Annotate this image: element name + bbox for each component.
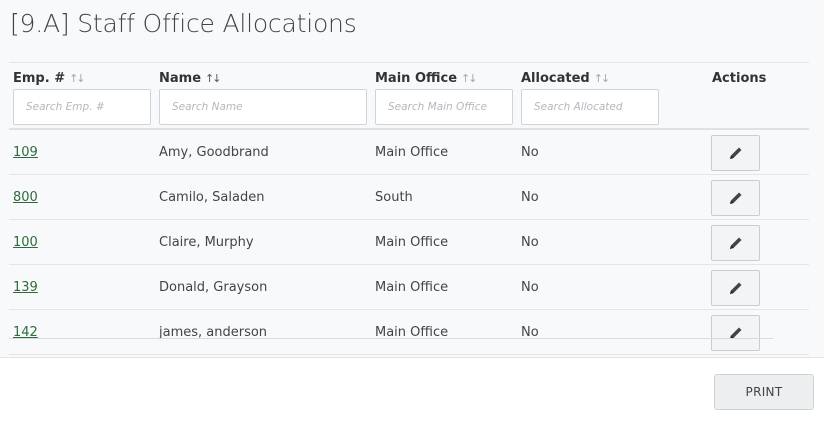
office-cell: Main Office [375,235,449,250]
pencil-icon [729,282,741,294]
table-header: Emp. # ↑↓ Name ↑↓ Main Office ↑↓ Allocated ↑… [9,62,809,130]
name-cell: Donald, Grayson [159,280,268,295]
search-emp-input[interactable] [13,89,151,125]
staff-table: Emp. # ↑↓ Name ↑↓ Main Office ↑↓ Allocated ↑… [9,62,809,357]
allocated-cell: No [521,145,539,160]
column-header-main-office[interactable]: Main Office ↑↓ [375,71,478,86]
edit-button[interactable] [711,270,760,306]
divider [9,338,773,339]
name-cell: Camilo, Saladen [159,190,265,205]
emp-number-link[interactable]: 109 [13,145,38,160]
table-row: 800 Camilo, Saladen South No [9,175,809,220]
sort-icon[interactable]: ↑↓ [205,72,222,85]
column-header-allocated[interactable]: Allocated ↑↓ [521,71,611,86]
print-button[interactable]: PRINT [714,374,814,410]
pencil-icon [729,237,741,249]
sort-icon[interactable]: ↑↓ [461,72,478,85]
pencil-icon [729,192,741,204]
office-cell: Main Office [375,145,449,160]
emp-number-link[interactable]: 800 [13,190,38,205]
edit-button[interactable] [711,180,760,216]
emp-number-link[interactable]: 139 [13,280,38,295]
search-allocated-input[interactable] [521,89,659,125]
table-row: 142 james, anderson Main Office No [9,310,809,355]
name-cell: Claire, Murphy [159,235,254,250]
table-panel: [9.A] Staff Office Allocations Emp. # ↑↓ … [0,0,824,358]
office-cell: South [375,190,413,205]
emp-number-link[interactable]: 100 [13,235,38,250]
column-header-emp[interactable]: Emp. # ↑↓ [13,71,86,86]
allocated-cell: No [521,280,539,295]
table-row: 139 Donald, Grayson Main Office No [9,265,809,310]
sort-icon[interactable]: ↑↓ [594,72,611,85]
search-main-office-input[interactable] [375,89,513,125]
edit-button[interactable] [711,225,760,261]
search-name-input[interactable] [159,89,367,125]
name-cell: Amy, Goodbrand [159,145,269,160]
table-row: 100 Claire, Murphy Main Office No [9,220,809,265]
table-row: 109 Amy, Goodbrand Main Office No [9,130,809,175]
column-header-actions: Actions [712,71,767,86]
edit-button[interactable] [711,135,760,171]
sort-icon[interactable]: ↑↓ [69,72,86,85]
office-cell: Main Office [375,280,449,295]
column-header-name[interactable]: Name ↑↓ [159,71,222,86]
allocated-cell: No [521,190,539,205]
edit-button[interactable] [711,315,760,351]
pencil-icon [729,147,741,159]
page-title: [9.A] Staff Office Allocations [10,9,357,38]
allocated-cell: No [521,235,539,250]
